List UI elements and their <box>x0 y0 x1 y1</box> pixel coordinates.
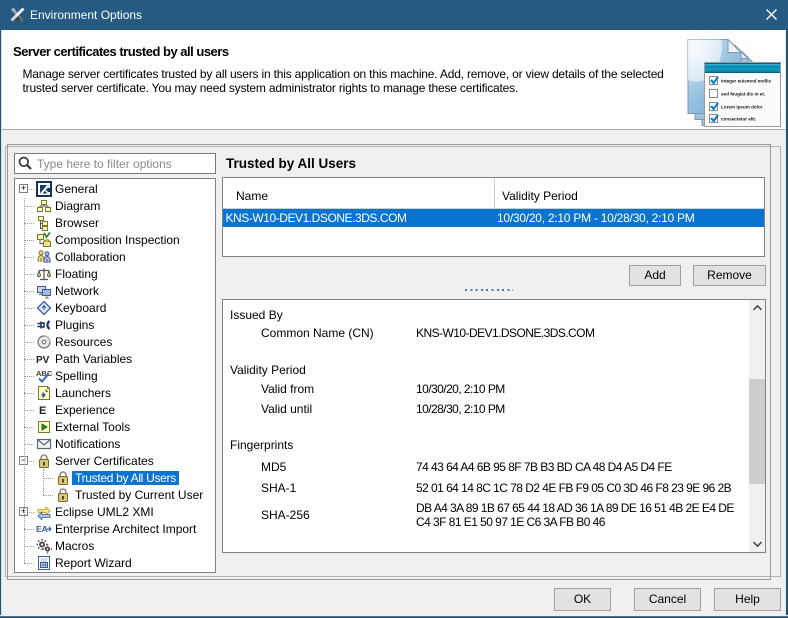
svg-text:EA: EA <box>36 524 48 534</box>
svg-text:E: E <box>39 405 46 417</box>
svg-text:consectetur elit.: consectetur elit. <box>721 117 756 122</box>
svg-text:Lorem ipsum dolor: Lorem ipsum dolor <box>721 105 763 110</box>
svg-text:PV: PV <box>36 355 50 366</box>
svg-text:ABC: ABC <box>36 369 52 378</box>
svg-text:Integer euismod mollis: Integer euismod mollis <box>721 79 771 84</box>
svg-text:sed feugiat dis m et.: sed feugiat dis m et. <box>721 92 765 97</box>
